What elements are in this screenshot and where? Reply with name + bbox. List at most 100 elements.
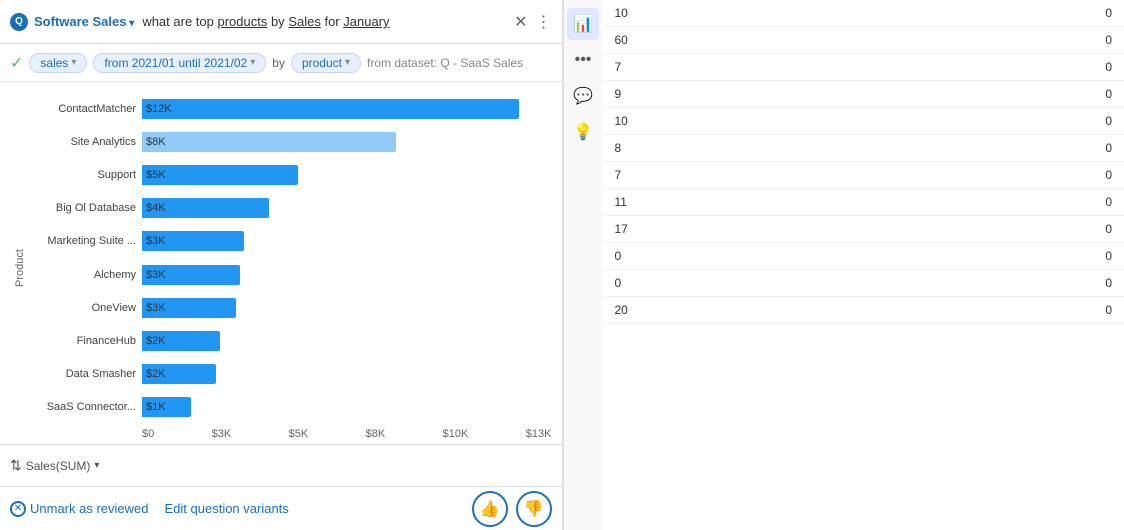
bar-label: FinanceHub <box>26 335 136 347</box>
row-number: 7 <box>615 168 622 182</box>
bar-label: Marketing Suite ... <box>26 235 136 247</box>
right-icons-panel: 📊 ••• 💬 💡 <box>563 0 603 530</box>
row-value: 0 <box>1105 303 1112 317</box>
table-row: 60 0 <box>603 27 1124 54</box>
by-label: by <box>272 56 285 70</box>
row-value: 0 <box>1105 60 1112 74</box>
x-axis: $0$3K$5K$8K$10K$13K <box>26 424 552 444</box>
bar-track: $3K <box>142 265 552 285</box>
x-axis-label: $0 <box>142 428 154 440</box>
dataset-label: from dataset: Q - SaaS Sales <box>367 56 523 70</box>
edit-question-variants-link[interactable]: Edit question variants <box>165 501 289 516</box>
row-number: 17 <box>615 222 628 236</box>
check-icon: ✓ <box>10 53 23 73</box>
row-value: 0 <box>1105 222 1112 236</box>
bar-track: $8K <box>142 132 552 152</box>
feedback-buttons: 👍 👎 <box>472 491 552 527</box>
row-number: 0 <box>615 276 622 290</box>
table-row: 90 <box>603 81 1124 108</box>
bar-label: OneView <box>26 302 136 314</box>
chart-icon-button[interactable]: 📊 <box>567 8 599 40</box>
bar-fill: $12K <box>142 99 519 119</box>
bar-value: $3K <box>146 302 166 314</box>
search-logo-icon: Q <box>10 13 28 31</box>
unmark-icon: ✕ <box>10 501 26 517</box>
bar-row: OneView $3K <box>26 295 552 321</box>
bar-track: $2K <box>142 364 552 384</box>
thumbs-down-button[interactable]: 👎 <box>516 491 552 527</box>
pill-product-arrow-icon: ▾ <box>345 57 350 68</box>
bar-label: SaaS Connector... <box>26 401 136 413</box>
bar-label: Alchemy <box>26 269 136 281</box>
more-options-icon[interactable]: ⋮ <box>536 12 552 32</box>
row-value: 0 <box>1105 249 1112 263</box>
bar-row: Alchemy $3K <box>26 262 552 288</box>
bar-fill: $3K <box>142 298 236 318</box>
x-axis-label: $13K <box>526 428 552 440</box>
bar-value: $4K <box>146 202 166 214</box>
bar-label: Support <box>26 169 136 181</box>
close-icon[interactable]: ✕ <box>514 12 527 32</box>
row-number: 20 <box>615 303 628 317</box>
bar-value: $8K <box>146 136 166 148</box>
bar-row: SaaS Connector... $1K <box>26 394 552 420</box>
bar-label: Site Analytics <box>26 136 136 148</box>
bar-row: Marketing Suite ... $3K <box>26 228 552 254</box>
x-axis-label: $10K <box>443 428 469 440</box>
row-number: 7 <box>615 60 622 74</box>
table-row: 11 0 <box>603 189 1124 216</box>
table-row: 00 <box>603 243 1124 270</box>
table-row: 80 <box>603 135 1124 162</box>
bar-label: Big Ol Database <box>26 202 136 214</box>
bar-row: Support $5K <box>26 162 552 188</box>
bar-value: $2K <box>146 335 166 347</box>
pill-product[interactable]: product ▾ <box>291 53 361 73</box>
row-number: 60 <box>615 33 628 47</box>
bar-row: Site Analytics $8K <box>26 129 552 155</box>
bar-fill: $2K <box>142 331 220 351</box>
row-value: 0 <box>1105 114 1112 128</box>
pills-row: ✓ sales ▾ from 2021/01 until 2021/02 ▾ b… <box>0 44 562 82</box>
sort-icon: ⇅ <box>10 457 22 474</box>
pill-date-range[interactable]: from 2021/01 until 2021/02 ▾ <box>93 53 266 73</box>
bar-label: ContactMatcher <box>26 103 136 115</box>
pill-sales[interactable]: sales ▾ <box>29 53 87 73</box>
table-row: 100 <box>603 0 1124 27</box>
more-icon-button[interactable]: ••• <box>567 44 599 76</box>
row-value: 0 <box>1105 33 1112 47</box>
bar-row: Data Smasher$2K <box>26 361 552 387</box>
row-number: 11 <box>615 195 627 209</box>
bar-value: $5K <box>146 169 166 181</box>
bar-row: FinanceHub $2K <box>26 328 552 354</box>
bar-row: Big Ol Database $4K <box>26 195 552 221</box>
chart-footer: ⇅ Sales(SUM) ▾ <box>0 444 562 486</box>
row-value: 0 <box>1105 168 1112 182</box>
bar-fill: $8K <box>142 132 396 152</box>
bar-row: ContactMatcher $12K <box>26 96 552 122</box>
y-axis-label: Product <box>10 92 26 444</box>
search-bar: Q Software Sales what are top products b… <box>0 0 562 44</box>
row-value: 0 <box>1105 276 1112 290</box>
data-table: 100600709010080701101700000200 <box>603 0 1124 530</box>
row-value: 0 <box>1105 195 1112 209</box>
search-icon-area: Q Software Sales <box>10 13 134 31</box>
sort-button[interactable]: ⇅ Sales(SUM) ▾ <box>10 457 99 474</box>
comment-icon-button[interactable]: 💬 <box>567 80 599 112</box>
bar-track: $3K <box>142 231 552 251</box>
bar-value: $3K <box>146 269 166 281</box>
pill-arrow-icon: ▾ <box>71 57 76 68</box>
bar-fill: $2K <box>142 364 216 384</box>
row-value: 0 <box>1105 141 1112 155</box>
unmark-reviewed-button[interactable]: ✕ Unmark as reviewed <box>10 501 149 517</box>
bar-fill: $4K <box>142 198 269 218</box>
table-row: 100 <box>603 108 1124 135</box>
bar-track: $2K <box>142 331 552 351</box>
bar-value: $2K <box>146 368 166 380</box>
bar-track: $4K <box>142 198 552 218</box>
row-number: 0 <box>615 249 622 263</box>
bar-fill: $1K <box>142 397 191 417</box>
thumbs-up-button[interactable]: 👍 <box>472 491 508 527</box>
action-bar: ✕ Unmark as reviewed Edit question varia… <box>0 486 562 530</box>
datasource-selector[interactable]: Software Sales <box>34 14 134 29</box>
bulb-icon-button[interactable]: 💡 <box>567 116 599 148</box>
